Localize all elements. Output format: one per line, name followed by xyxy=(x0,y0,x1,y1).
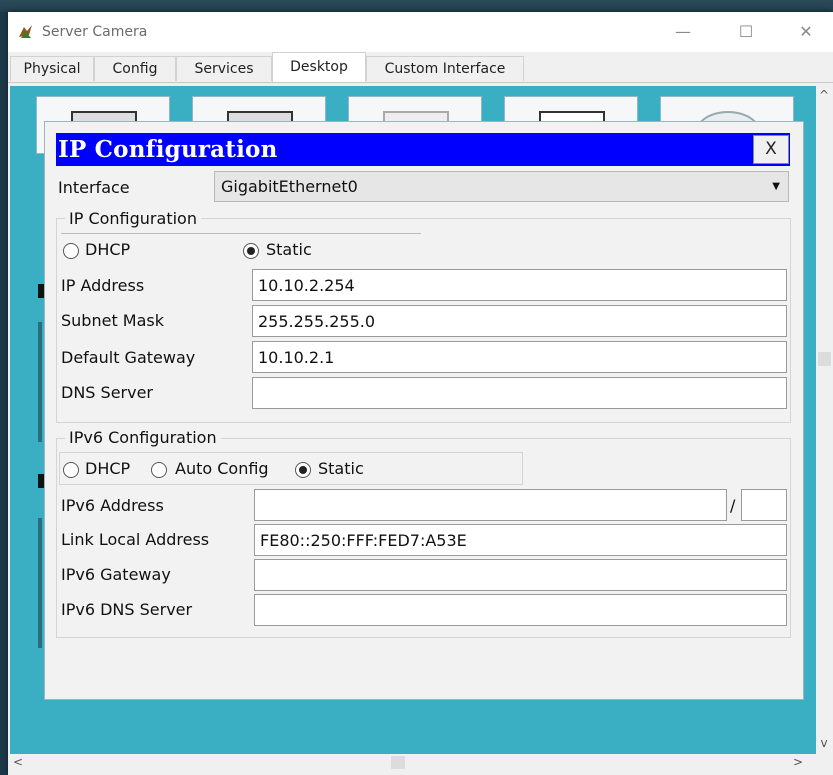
window-title: Server Camera xyxy=(42,24,148,40)
tab-physical[interactable]: Physical xyxy=(10,56,94,81)
ipv6-dhcp-label: DHCP xyxy=(85,459,131,478)
tab-config[interactable]: Config xyxy=(94,56,176,81)
ipv6-address-label: IPv6 Address xyxy=(61,496,164,515)
ipv4-dhcp-label: DHCP xyxy=(85,240,131,259)
default-gateway-label: Default Gateway xyxy=(61,348,196,367)
link-local-address-label: Link Local Address xyxy=(61,530,210,549)
interface-value: GigabitEthernet0 xyxy=(221,177,358,196)
ipv4-static-label: Static xyxy=(266,240,312,259)
ipv6-dns-server-input[interactable] xyxy=(254,594,787,626)
scroll-down-icon[interactable]: v xyxy=(816,736,832,750)
ip-address-label: IP Address xyxy=(61,276,145,295)
packet-tracer-icon xyxy=(19,25,32,38)
scroll-up-icon[interactable]: ^ xyxy=(816,88,832,102)
ipv6-auto-config-radio[interactable] xyxy=(151,462,167,478)
ipv6-static-label: Static xyxy=(318,459,364,478)
dns-server-input[interactable] xyxy=(252,377,787,409)
horizontal-scroll-thumb[interactable] xyxy=(391,756,405,769)
ipv6-dns-server-label: IPv6 DNS Server xyxy=(61,600,193,619)
dialog-close-button[interactable]: X xyxy=(753,135,789,164)
horizontal-scrollbar[interactable]: < > xyxy=(8,754,816,771)
ipv6-auto-config-label: Auto Config xyxy=(175,459,269,478)
interface-label: Interface xyxy=(58,178,130,197)
interface-select[interactable]: GigabitEthernet0 ▼ xyxy=(214,171,789,202)
dialog-title: IP Configuration xyxy=(58,136,278,163)
vertical-scroll-thumb[interactable] xyxy=(818,352,831,366)
ipv6-prefix-input[interactable] xyxy=(741,489,787,521)
ipv6-dhcp-radio[interactable] xyxy=(63,462,79,478)
tab-desktop[interactable]: Desktop xyxy=(272,52,366,82)
tab-services[interactable]: Services xyxy=(176,56,272,81)
ipv6-address-input[interactable] xyxy=(254,489,727,521)
dropdown-arrow-icon[interactable]: ▼ xyxy=(772,172,780,201)
ip-configuration-dialog: IP Configuration X Interface GigabitEthe… xyxy=(44,121,804,700)
prefix-separator: / xyxy=(730,496,736,515)
tab-bar: Physical Config Services Desktop Custom … xyxy=(8,52,833,83)
tab-custom-interface[interactable]: Custom Interface xyxy=(366,56,524,81)
ipv6-gateway-input[interactable] xyxy=(254,559,787,591)
ipv4-dhcp-radio[interactable] xyxy=(63,243,79,259)
ipv6-gateway-label: IPv6 Gateway xyxy=(61,565,171,584)
ip-address-input[interactable]: 10.10.2.254 xyxy=(252,269,787,301)
ipv6-group-title: IPv6 Configuration xyxy=(65,428,221,447)
desktop-background xyxy=(0,0,833,12)
minimize-button[interactable]: — xyxy=(668,20,698,44)
close-window-button[interactable]: ✕ xyxy=(791,20,821,44)
ipv4-static-radio[interactable] xyxy=(243,243,259,259)
background-fragment xyxy=(38,518,42,648)
group-divider xyxy=(61,233,421,234)
link-local-address-input[interactable]: FE80::250:FFF:FED7:A53E xyxy=(254,524,787,556)
maximize-button[interactable]: ☐ xyxy=(731,20,761,44)
default-gateway-input[interactable]: 10.10.2.1 xyxy=(252,341,787,373)
title-bar: Server Camera — ☐ ✕ xyxy=(8,12,833,52)
dialog-header: IP Configuration X xyxy=(56,133,790,166)
subnet-mask-label: Subnet Mask xyxy=(61,311,165,330)
ipv6-static-radio[interactable] xyxy=(295,462,311,478)
ipv4-group-title: IP Configuration xyxy=(65,209,201,228)
dns-server-label: DNS Server xyxy=(61,383,153,402)
scroll-left-icon[interactable]: < xyxy=(10,755,26,769)
vertical-scrollbar[interactable]: ^ v xyxy=(816,86,833,754)
scroll-right-icon[interactable]: > xyxy=(790,755,806,769)
subnet-mask-input[interactable]: 255.255.255.0 xyxy=(252,305,787,337)
background-fragment xyxy=(38,322,42,442)
